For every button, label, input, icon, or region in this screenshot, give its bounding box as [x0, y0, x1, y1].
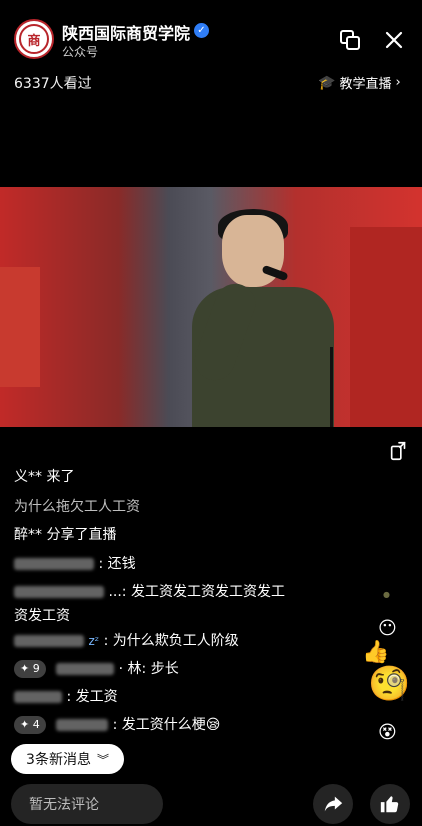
background-building: [0, 267, 40, 387]
blurred-username: [14, 558, 94, 570]
school-logo-avatar[interactable]: 商: [14, 19, 54, 59]
comment-text: : 发工资: [66, 689, 118, 705]
teaching-live-link[interactable]: 🎓 教学直播 ›: [318, 73, 401, 93]
fan-level-badge: ✦ 4: [14, 716, 46, 734]
double-chevron-down-icon: ︾: [96, 752, 109, 767]
comment-item: ✦ 9 · 林: 步长: [14, 657, 179, 681]
new-messages-button[interactable]: 3条新消息 ︾: [11, 744, 124, 774]
header: 商 陕西国际商贸学院 ✓ 公众号: [0, 0, 422, 60]
comment-text: · 林: 步长: [118, 661, 179, 677]
like-button[interactable]: [370, 784, 410, 824]
floating-reaction-icon: 😵: [378, 722, 397, 743]
comment-text: 为什么拖欠工人工资: [14, 499, 140, 515]
blurred-username: [56, 719, 109, 731]
comment-item: : 还钱: [14, 552, 136, 576]
blurred-username: [14, 635, 84, 647]
comment-item: 醉** 分享了直播: [14, 523, 116, 547]
floating-reaction-icon: 🧐: [368, 664, 411, 704]
graduation-cap-icon: 🎓: [318, 74, 336, 91]
comment-text: 醉** 分享了直播: [14, 527, 117, 543]
comment-item: 为什么拖欠工人工资: [14, 495, 140, 519]
comment-item: ...: 发工资发工资发工资发工 资发工资: [14, 580, 304, 628]
fan-level-badge: ✦ 9: [14, 660, 46, 678]
verified-badge-icon: ✓: [194, 23, 209, 38]
chevron-right-icon: ›: [395, 75, 401, 90]
rotate-screen-icon[interactable]: [388, 440, 410, 462]
comment-item: ✦ 4 : 发工资什么梗😪: [14, 713, 220, 737]
account-type-label: 公众号: [62, 45, 99, 59]
blurred-username: [14, 586, 104, 598]
comment-item: zᶻ : 为什么欺负工人阶级: [14, 629, 239, 653]
comment-item: : 发工资: [14, 685, 118, 709]
blurred-username: [14, 691, 62, 703]
school-logo-icon: 商: [19, 24, 49, 54]
mic-stand: [330, 347, 333, 427]
share-icon: [324, 796, 343, 812]
share-button[interactable]: [313, 784, 353, 824]
new-messages-label: 3条新消息: [26, 752, 91, 768]
floating-thumbs-icon: 👍: [362, 640, 390, 665]
comment-input[interactable]: 暂无法评论: [11, 784, 163, 824]
sleep-emoji-icon: zᶻ: [88, 634, 100, 648]
comment-text: 义** 来了: [14, 469, 75, 485]
blurred-username: [56, 663, 115, 675]
close-icon[interactable]: [382, 28, 406, 52]
comment-text: : 发工资什么梗😪: [112, 717, 221, 733]
teaching-live-label: 教学直播: [339, 77, 392, 92]
comment-placeholder: 暂无法评论: [29, 797, 99, 813]
background-building: [350, 227, 422, 427]
comment-text: 资发工资: [14, 608, 70, 624]
live-video[interactable]: [0, 187, 422, 427]
comment-text: : 为什么欺负工人阶级: [103, 633, 239, 649]
floating-reaction-icon: 😶: [378, 618, 397, 639]
comment-item: 义** 来了: [14, 465, 74, 489]
floating-window-icon[interactable]: [338, 28, 362, 52]
viewer-count: 6337人看过: [14, 76, 92, 92]
comment-text: : 还钱: [98, 556, 136, 572]
floating-reaction-icon: ●: [383, 590, 390, 599]
account-title[interactable]: 陕西国际商贸学院: [62, 20, 190, 44]
comment-text: ...: 发工资发工资发工资发工: [108, 584, 285, 600]
thumbs-up-icon: [380, 796, 399, 813]
